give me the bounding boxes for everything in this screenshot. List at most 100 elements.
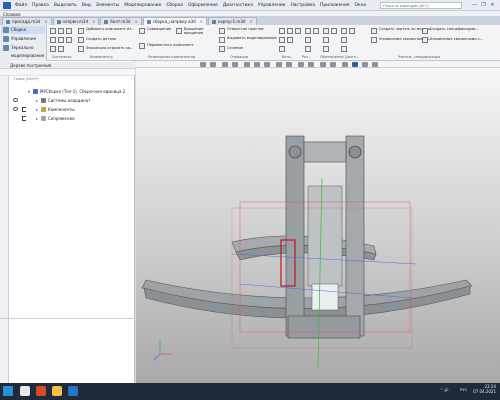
undo-icon[interactable] [50, 46, 56, 52]
section-button[interactable]: Сечение [227, 46, 243, 51]
dimension-icon[interactable] [305, 28, 311, 34]
pan-icon[interactable] [210, 62, 216, 67]
leader-icon[interactable] [323, 37, 329, 43]
curve-icon[interactable] [279, 46, 285, 52]
camera-icon[interactable] [330, 62, 336, 67]
create-part-button[interactable]: Создать деталь [86, 37, 116, 42]
cut-icon[interactable] [50, 37, 56, 43]
paste-icon[interactable] [66, 37, 72, 43]
plane-icon[interactable] [287, 28, 293, 34]
menu-window[interactable]: Окно [355, 3, 367, 8]
left-pin[interactable] [288, 145, 302, 159]
lock-icon[interactable] [342, 62, 348, 67]
diagnostics-icon[interactable] [341, 28, 347, 34]
visibility-eye-icon[interactable] [13, 98, 18, 102]
menu-modeling[interactable]: Моделирование [124, 3, 161, 8]
base-plate[interactable] [287, 315, 361, 339]
right-pin[interactable] [348, 145, 362, 159]
tree-search-input[interactable] [14, 76, 132, 83]
top-axle[interactable] [303, 141, 347, 163]
tab-doc-5[interactable]: корпус1.m3d × [208, 17, 257, 25]
section-view-icon[interactable] [276, 62, 282, 67]
mode-management[interactable]: Управление [1, 35, 45, 43]
zoom-icon[interactable] [200, 62, 206, 67]
tree-item-root[interactable]: ▾ МУСборка (Тел-1). Сборочная единица 2 [0, 87, 135, 96]
hide-icon[interactable] [286, 62, 292, 67]
kompas-3d-icon[interactable] [68, 386, 78, 396]
menu-settings[interactable]: Настройка [290, 3, 315, 8]
mirror-component-icon[interactable] [78, 46, 84, 52]
expand-toggle-icon[interactable]: ▸ [36, 96, 38, 105]
light-icon[interactable] [320, 62, 326, 67]
measure-view-icon[interactable] [298, 62, 304, 67]
create-part-icon[interactable] [78, 37, 84, 43]
view-box-icon[interactable] [244, 62, 250, 67]
linked-spec-icon[interactable] [422, 37, 428, 43]
menu-design[interactable]: Оформление [188, 3, 218, 8]
spec-icon[interactable] [422, 28, 428, 34]
bottom-clamp[interactable] [311, 283, 339, 311]
extrude-button[interactable]: Выдавить моделирование [227, 36, 277, 41]
redo-icon[interactable] [58, 46, 64, 52]
drawing-icon[interactable] [371, 28, 377, 34]
menu-assembly[interactable]: Сборка [166, 3, 183, 8]
manage-spec-button[interactable]: Управление связанными с... [430, 37, 483, 42]
point-icon[interactable] [295, 28, 301, 34]
file-explorer-icon[interactable] [52, 386, 62, 396]
create-spec-button[interactable]: Создать спецификацию... [430, 27, 479, 32]
hole-button[interactable]: Отверстие простое [227, 27, 264, 32]
mirror-component-button[interactable]: Зеркально отразить ко... [86, 46, 133, 51]
offset-icon[interactable] [287, 37, 293, 43]
add-component-icon[interactable] [78, 28, 84, 34]
search-icon[interactable] [20, 386, 30, 396]
minimize-button[interactable]: — [470, 1, 479, 10]
menu-select[interactable]: Выделить [54, 3, 77, 8]
check-icon[interactable] [341, 37, 347, 43]
linked-drawings-icon[interactable] [371, 37, 377, 43]
roughness-icon[interactable] [331, 28, 337, 34]
windows-start-icon[interactable] [3, 386, 13, 396]
extrude-icon[interactable] [219, 37, 225, 43]
add-component-button[interactable]: Добавить компонент из... [86, 27, 135, 32]
menu-view[interactable]: Вид [82, 3, 91, 8]
tab-doc-2[interactable]: напрвн.m3d × [52, 17, 100, 25]
include-icon[interactable] [22, 116, 26, 121]
collision-icon[interactable] [349, 28, 355, 34]
rotate-icon[interactable] [176, 28, 182, 34]
tree-item-coordinate-systems[interactable]: ▸ Системы координат [0, 96, 135, 105]
designation-icon[interactable] [323, 28, 329, 34]
right-bracket[interactable] [345, 135, 365, 337]
language-indicator[interactable]: РУС [460, 387, 467, 392]
left-bracket[interactable] [285, 135, 305, 337]
open-icon[interactable] [58, 28, 64, 34]
radius-icon[interactable] [305, 46, 311, 52]
grid-icon[interactable] [372, 62, 378, 67]
close-button[interactable]: ✕ [488, 1, 497, 10]
expand-toggle-icon[interactable]: ▸ [36, 105, 38, 114]
visibility-eye-icon[interactable] [13, 107, 18, 111]
expand-toggle-icon[interactable]: ▸ [36, 114, 38, 123]
expand-toggle-icon[interactable]: ▾ [28, 87, 30, 96]
menu-apps[interactable]: Приложения [320, 3, 349, 8]
wireframe-icon[interactable] [264, 62, 270, 67]
move-component-icon[interactable] [139, 43, 145, 49]
rotate-view-icon[interactable] [232, 62, 238, 67]
line-icon[interactable] [279, 37, 285, 43]
tab-doc-3[interactable]: болт.m3d × [100, 17, 142, 25]
tab-doc-4[interactable]: сборка_напрвну.a3d × [142, 17, 208, 25]
settings-icon[interactable] [362, 62, 368, 67]
shading-icon[interactable] [254, 62, 260, 67]
copy-icon[interactable] [58, 37, 64, 43]
menu-file[interactable]: Файл [15, 3, 27, 8]
mode-mirror-modeling[interactable]: Зеркально моделирование [1, 44, 45, 58]
command-search-input[interactable] [380, 2, 462, 9]
text-icon[interactable] [323, 46, 329, 52]
model-viewport[interactable] [136, 68, 500, 383]
menu-elements[interactable]: Элементы [96, 3, 119, 8]
hole-icon[interactable] [219, 28, 225, 34]
orientation-icon[interactable] [222, 62, 228, 67]
new-doc-icon[interactable] [50, 28, 56, 34]
measure-icon[interactable] [305, 37, 311, 43]
mate-button[interactable]: Совмещение [147, 27, 171, 32]
center-block[interactable] [307, 185, 343, 287]
